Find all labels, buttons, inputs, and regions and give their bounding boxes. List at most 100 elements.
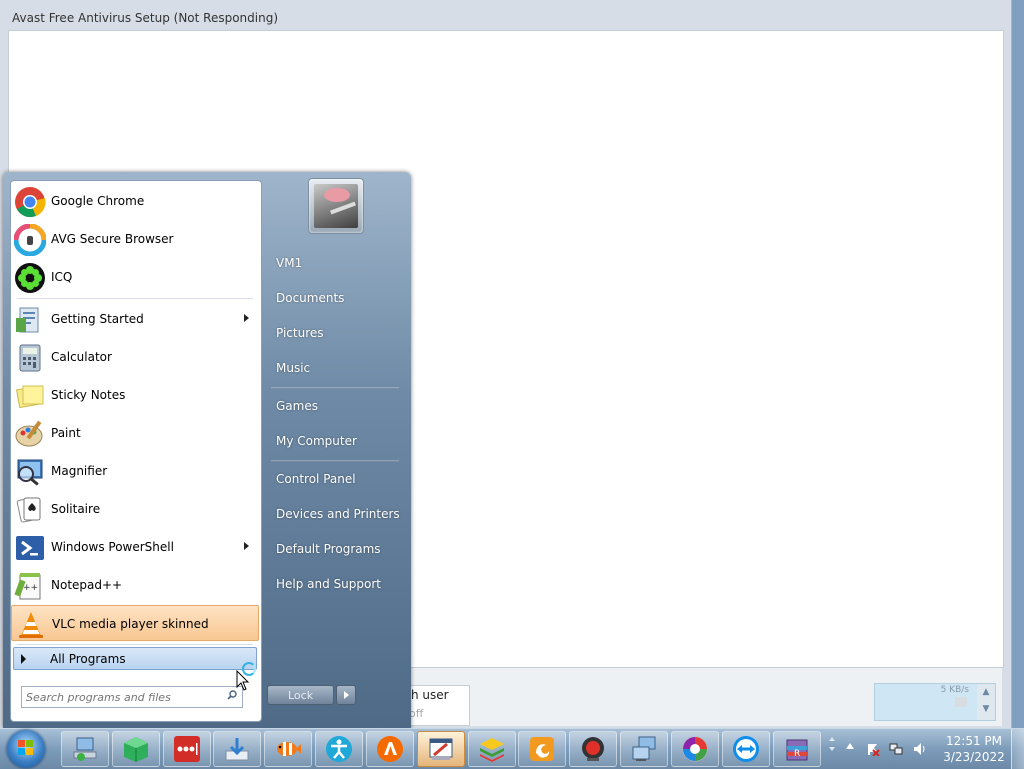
start-item-sticky-notes[interactable]: Sticky Notes	[11, 377, 259, 413]
start-item-solitaire[interactable]: Solitaire	[11, 491, 259, 527]
taskbar-uc-browser[interactable]	[518, 731, 566, 767]
taskbar-recorder[interactable]	[569, 731, 617, 767]
scroll-up-icon[interactable]: ▲	[977, 684, 995, 701]
right-separator	[271, 387, 399, 389]
setup-installer-icon	[429, 738, 453, 760]
calculator-icon	[19, 344, 41, 372]
svg-text:R: R	[794, 749, 800, 759]
start-menu-programs-pane: Google Chrome AVG Secure Browser ICQ Get…	[10, 180, 262, 722]
taskbar-teamviewer[interactable]	[722, 731, 770, 767]
start-link-control-panel[interactable]: Control Panel	[276, 472, 356, 486]
speed-scroll[interactable]: ▲ ▼	[977, 684, 995, 720]
submenu-arrow-icon[interactable]	[244, 314, 249, 322]
start-link-my-computer[interactable]: My Computer	[276, 434, 357, 448]
teamviewer-icon	[733, 736, 759, 762]
taskbar-avast-setup[interactable]	[417, 731, 465, 767]
start-link-games[interactable]: Games	[276, 399, 318, 413]
start-item-label: Getting Started	[51, 312, 144, 326]
start-link-help-and-support[interactable]: Help and Support	[276, 577, 381, 591]
taskbar-picasa[interactable]	[671, 731, 719, 767]
start-button[interactable]	[7, 730, 45, 768]
search-input[interactable]	[26, 689, 216, 705]
user-avatar[interactable]	[308, 178, 364, 234]
clock-time: 12:51 PM	[946, 734, 1002, 748]
paint-icon	[15, 420, 43, 447]
start-item-paint[interactable]: Paint	[11, 415, 259, 451]
show-hidden-icons-button[interactable]	[846, 743, 854, 749]
system-clock[interactable]: 12:51 PM 3/23/2022	[940, 733, 1008, 765]
start-item-label: ICQ	[51, 270, 73, 284]
scroll-down-icon[interactable]: ▼	[977, 701, 995, 718]
start-item-calculator[interactable]: Calculator	[11, 339, 259, 375]
start-item-label: Paint	[51, 426, 81, 440]
getting-started-icon	[16, 307, 39, 333]
start-item-label: Solitaire	[51, 502, 101, 516]
mouse-cursor-icon	[236, 670, 250, 691]
start-item-vlc-media-player[interactable]: VLC media player skinned	[11, 605, 259, 641]
submenu-arrow-icon[interactable]	[244, 542, 249, 550]
network-icon[interactable]	[889, 742, 903, 756]
notification-subtext: off	[409, 707, 424, 720]
taskbar-remote-desktop[interactable]	[620, 731, 668, 767]
start-item-icq[interactable]: ICQ	[11, 259, 259, 295]
start-link-pictures[interactable]: Pictures	[276, 326, 324, 340]
taskbar-avast[interactable]	[366, 731, 414, 767]
show-desktop-button[interactable]	[1011, 729, 1024, 769]
start-item-notepadpp[interactable]: ++ Notepad++	[11, 567, 259, 603]
action-center-icon[interactable]	[866, 742, 880, 756]
start-item-getting-started[interactable]: Getting Started	[11, 301, 259, 337]
shutdown-options-button[interactable]	[336, 685, 356, 705]
taskbar-clownfish[interactable]	[264, 731, 312, 767]
solitaire-icon	[16, 497, 41, 523]
volume-icon[interactable]	[913, 742, 927, 756]
start-search-box[interactable]	[21, 686, 243, 708]
start-link-devices-and-printers[interactable]: Devices and Printers	[276, 507, 400, 521]
user-picture	[314, 184, 358, 228]
taskbar-bluestacks[interactable]	[468, 731, 516, 767]
vlc-icon	[19, 612, 43, 638]
right-separator	[271, 460, 399, 462]
start-link-music[interactable]: Music	[276, 361, 310, 375]
lock-label: Lock	[288, 689, 314, 702]
notification-text: h user	[411, 688, 449, 702]
all-programs-arrow-icon	[21, 654, 26, 664]
lastpass-icon	[174, 736, 200, 762]
taskbar-scroll[interactable]	[826, 731, 838, 767]
taskbar-scroll-up-icon[interactable]	[829, 737, 835, 741]
start-item-label: Calculator	[51, 350, 112, 364]
speed-widget: 5 KB/s ▲ ▼	[874, 683, 996, 721]
start-item-magnifier[interactable]: Magnifier	[11, 453, 259, 489]
taskbar-box-app[interactable]	[112, 731, 160, 767]
taskbar-network-app[interactable]	[61, 731, 109, 767]
avast-icon	[377, 736, 403, 762]
picasa-icon	[682, 736, 708, 762]
start-link-documents[interactable]: Documents	[276, 291, 344, 305]
taskbar: R 12:51 PM 3/23/2022	[0, 728, 1024, 769]
speed-text: 5 KB/s	[940, 685, 969, 695]
start-item-label: Notepad++	[51, 578, 123, 592]
start-link-default-programs[interactable]: Default Programs	[276, 542, 381, 556]
icq-icon	[15, 263, 45, 293]
start-item-label: Sticky Notes	[51, 388, 126, 402]
taskbar-scroll-down-icon[interactable]	[829, 747, 835, 751]
taskbar-winrar[interactable]: R	[773, 731, 821, 767]
start-item-label: Magnifier	[51, 464, 108, 478]
start-item-label: AVG Secure Browser	[51, 232, 174, 246]
winrar-icon: R	[786, 739, 808, 761]
start-link-vm1[interactable]: VM1	[276, 256, 302, 270]
uc-browser-icon	[530, 737, 554, 761]
start-item-windows-powershell[interactable]: Windows PowerShell	[11, 529, 259, 565]
taskbar-downloader[interactable]	[213, 731, 261, 767]
download-icon	[225, 738, 249, 761]
remote-desktop-icon	[632, 736, 656, 761]
start-item-google-chrome[interactable]: Google Chrome	[11, 183, 259, 219]
window-title: Avast Free Antivirus Setup (Not Respondi…	[12, 11, 279, 25]
all-programs-label: All Programs	[50, 652, 126, 666]
arrow-right-icon	[344, 691, 349, 699]
all-programs-button[interactable]: All Programs	[13, 647, 257, 670]
start-item-avg-secure-browser[interactable]: AVG Secure Browser	[11, 221, 259, 257]
taskbar-accessibility[interactable]	[315, 731, 363, 767]
lock-button[interactable]: Lock	[267, 685, 334, 705]
chrome-icon	[15, 187, 46, 218]
taskbar-lastpass[interactable]	[163, 731, 211, 767]
